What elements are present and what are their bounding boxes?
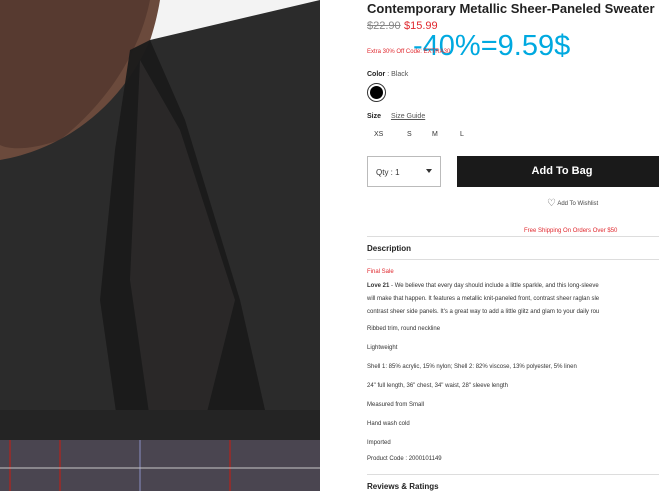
size-option-m[interactable]: M	[432, 131, 438, 138]
description-text: - We believe that every day should inclu…	[389, 283, 599, 289]
product-photo	[0, 0, 320, 491]
chevron-down-icon	[426, 169, 432, 173]
description-line: will make that happen. It features a met…	[367, 296, 600, 302]
reviews-heading[interactable]: Reviews & Ratings	[367, 482, 439, 491]
detail-item: Ribbed trim, round neckline	[367, 326, 441, 332]
detail-item: Lightweight	[367, 345, 398, 351]
final-sale-label: Final Sale	[367, 269, 394, 275]
detail-item: Imported	[367, 440, 391, 446]
product-title: Contemporary Metallic Sheer-Paneled Swea…	[367, 1, 655, 16]
promo-text: Extra 30% Off Code: EXTRA30	[367, 49, 451, 55]
color-row: Color : Black	[367, 71, 408, 78]
color-label: Color	[367, 71, 386, 78]
original-price: $22.90	[367, 20, 401, 32]
detail-item: 24" full length, 36" chest, 34" waist, 2…	[367, 383, 508, 389]
size-row: Size Size Guide	[367, 113, 425, 120]
detail-item: Measured from Small	[367, 402, 425, 408]
swatch-fill	[370, 86, 383, 99]
size-guide-link[interactable]: Size Guide	[391, 113, 425, 120]
divider	[367, 259, 659, 260]
size-option-s[interactable]: S	[407, 131, 412, 138]
sale-price: $15.99	[404, 20, 438, 32]
size-label: Size	[367, 113, 382, 120]
quantity-select[interactable]: Qty : 1	[367, 156, 441, 187]
description-line: contrast sheer side panels. It's a great…	[367, 309, 600, 315]
brand-name: Love 21	[367, 283, 390, 289]
description-line: Love 21 - We believe that every day shou…	[367, 283, 599, 289]
size-option-l[interactable]: L	[460, 131, 464, 138]
divider	[367, 236, 659, 237]
free-shipping-text: Free Shipping On Orders Over $50	[524, 228, 618, 234]
color-value: : Black	[387, 71, 409, 78]
divider	[367, 474, 659, 475]
wishlist-label: Add To Wishlist	[557, 201, 599, 208]
add-to-bag-button[interactable]: Add To Bag	[457, 156, 659, 187]
quantity-label: Qty : 1	[376, 168, 400, 177]
add-to-wishlist-link[interactable]: ♡ Add To Wishlist	[547, 198, 598, 209]
product-info-panel: Contemporary Metallic Sheer-Paneled Swea…	[367, 0, 659, 491]
heart-icon: ♡	[547, 198, 556, 209]
color-swatch-black[interactable]	[367, 83, 386, 102]
detail-item: Shell 1: 85% acrylic, 15% nylon; Shell 2…	[367, 364, 577, 370]
description-heading[interactable]: Description	[367, 244, 411, 253]
size-option-xs[interactable]: XS	[374, 131, 383, 138]
detail-item: Hand wash cold	[367, 421, 410, 427]
product-code: Product Code : 2000101149	[367, 456, 442, 462]
